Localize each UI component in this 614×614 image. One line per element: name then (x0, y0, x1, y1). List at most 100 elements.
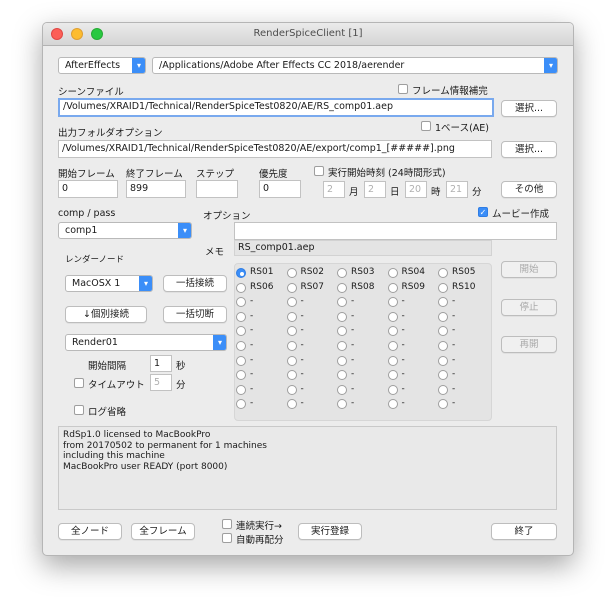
node-radio[interactable] (438, 355, 448, 366)
minimize-window-button[interactable] (71, 28, 83, 40)
quit-button[interactable]: 終了 (491, 523, 557, 540)
node-radio-label: - (250, 369, 254, 380)
options-input[interactable] (234, 222, 557, 240)
all-frames-button[interactable]: 全フレーム (131, 523, 195, 540)
zoom-window-button[interactable] (91, 28, 103, 40)
node-radio[interactable] (387, 399, 398, 410)
node-radio-label: RS01 (250, 267, 274, 277)
node-radio[interactable] (387, 311, 398, 322)
connect-all-button[interactable]: 一括接続 (163, 275, 227, 292)
node-radio[interactable] (337, 355, 347, 366)
schedule-day-input[interactable]: 2 (364, 181, 386, 198)
node-radio[interactable] (438, 282, 448, 293)
node-radio[interactable] (236, 355, 246, 366)
hour-unit: 時 (431, 187, 441, 198)
node-radio[interactable] (236, 384, 246, 395)
node-radio-label: RS07 (300, 281, 324, 292)
stop-button[interactable]: 停止 (501, 299, 557, 316)
node-radio[interactable] (438, 384, 448, 395)
node-radio[interactable] (438, 341, 448, 351)
continuous-checkbox[interactable] (222, 519, 232, 529)
log-omit-checkbox[interactable] (74, 405, 84, 415)
application-popup[interactable]: AfterEffects ▾ (58, 57, 146, 74)
node-radio[interactable] (236, 311, 246, 322)
scene-select-button[interactable]: 選択... (501, 100, 557, 117)
node-radio-label: - (452, 354, 456, 365)
node-radio[interactable] (286, 311, 297, 322)
node-radio-label: - (250, 310, 254, 321)
node-radio-label: - (452, 369, 456, 380)
other-button[interactable]: その他 (501, 181, 557, 198)
node-radio[interactable] (387, 370, 398, 381)
log-omit-label: ログ省略 (88, 407, 127, 418)
schedule-checkbox[interactable] (314, 166, 324, 176)
node-radio[interactable] (438, 311, 448, 322)
node-radio[interactable] (387, 268, 398, 278)
schedule-month-input[interactable]: 2 (323, 181, 345, 198)
node-radio[interactable] (387, 355, 398, 366)
priority-label: 優先度 (259, 169, 288, 180)
chevron-down-icon: ▾ (178, 223, 191, 238)
node-radio[interactable] (337, 384, 347, 395)
connect-single-button[interactable]: ↓個別接続 (65, 306, 147, 323)
end-frame-input[interactable]: 899 (126, 180, 186, 198)
node-radio[interactable] (387, 384, 398, 395)
register-button[interactable]: 実行登録 (298, 523, 362, 540)
node-radio-label: - (452, 383, 456, 394)
node-radio[interactable] (236, 341, 246, 351)
close-window-button[interactable] (51, 28, 63, 40)
node-radio[interactable] (286, 399, 297, 410)
node-radio[interactable] (337, 341, 347, 351)
output-path-input[interactable]: /Volumes/XRAID1/Technical/RenderSpiceTes… (58, 140, 492, 158)
node-radio[interactable] (286, 355, 297, 366)
start-button[interactable]: 開始 (501, 261, 557, 278)
comp-popup[interactable]: comp1 ▾ (58, 222, 192, 239)
node-radio[interactable] (236, 282, 246, 293)
node-radio[interactable] (286, 326, 297, 337)
timeout-label: タイムアウト (88, 380, 145, 391)
priority-input[interactable]: 0 (259, 180, 301, 198)
schedule-minute-input[interactable]: 21 (446, 181, 468, 198)
node-radio[interactable] (286, 341, 297, 351)
node-radio[interactable] (387, 341, 398, 351)
node-radio[interactable] (337, 268, 347, 278)
start-frame-input[interactable]: 0 (58, 180, 118, 198)
node-radio-label: - (300, 383, 304, 394)
node-radio[interactable] (286, 370, 297, 381)
node-radio[interactable] (387, 297, 398, 308)
scene-file-input[interactable]: /Volumes/XRAID1/Technical/RenderSpiceTes… (58, 98, 494, 117)
node-radio[interactable] (387, 326, 398, 337)
node-radio[interactable] (337, 311, 347, 322)
renderer-path-popup[interactable]: /Applications/Adobe After Effects CC 201… (152, 57, 558, 74)
output-select-button[interactable]: 選択... (501, 141, 557, 158)
interval-label: 開始間隔 (88, 361, 127, 372)
node-popup[interactable]: Render01 ▾ (65, 334, 227, 351)
node-radio[interactable] (387, 282, 398, 293)
node-radio[interactable] (286, 384, 297, 395)
node-radio[interactable] (438, 268, 448, 278)
app-window: RenderSpiceClient [1] AfterEffects ▾ /Ap… (42, 22, 574, 556)
node-radio-label: - (250, 398, 254, 409)
schedule-hour-input[interactable]: 20 (405, 181, 427, 198)
node-radio[interactable] (286, 282, 297, 293)
timeout-checkbox[interactable] (74, 378, 84, 388)
memo-label: メモ (205, 247, 225, 258)
interval-unit: 秒 (176, 361, 186, 372)
disconnect-all-button[interactable]: 一括切断 (163, 306, 227, 323)
node-radio-label: - (401, 369, 405, 380)
frame-info-checkbox[interactable] (398, 84, 408, 94)
node-radio[interactable] (337, 282, 347, 293)
node-radio[interactable] (286, 268, 297, 278)
step-input[interactable] (196, 180, 238, 198)
interval-input[interactable]: 1 (150, 355, 172, 372)
timeout-input[interactable]: 5 (150, 374, 172, 391)
node-radio[interactable] (236, 268, 246, 278)
base1-checkbox[interactable] (421, 121, 431, 131)
node-radio[interactable] (286, 297, 297, 308)
all-nodes-button[interactable]: 全ノード (58, 523, 122, 540)
log-line: including this machine (63, 451, 165, 461)
os-popup[interactable]: MacOSX 1 ▾ (65, 275, 153, 292)
movie-checkbox[interactable]: ✓ (478, 207, 488, 217)
resume-button[interactable]: 再開 (501, 336, 557, 353)
auto-redistribute-checkbox[interactable] (222, 533, 232, 543)
